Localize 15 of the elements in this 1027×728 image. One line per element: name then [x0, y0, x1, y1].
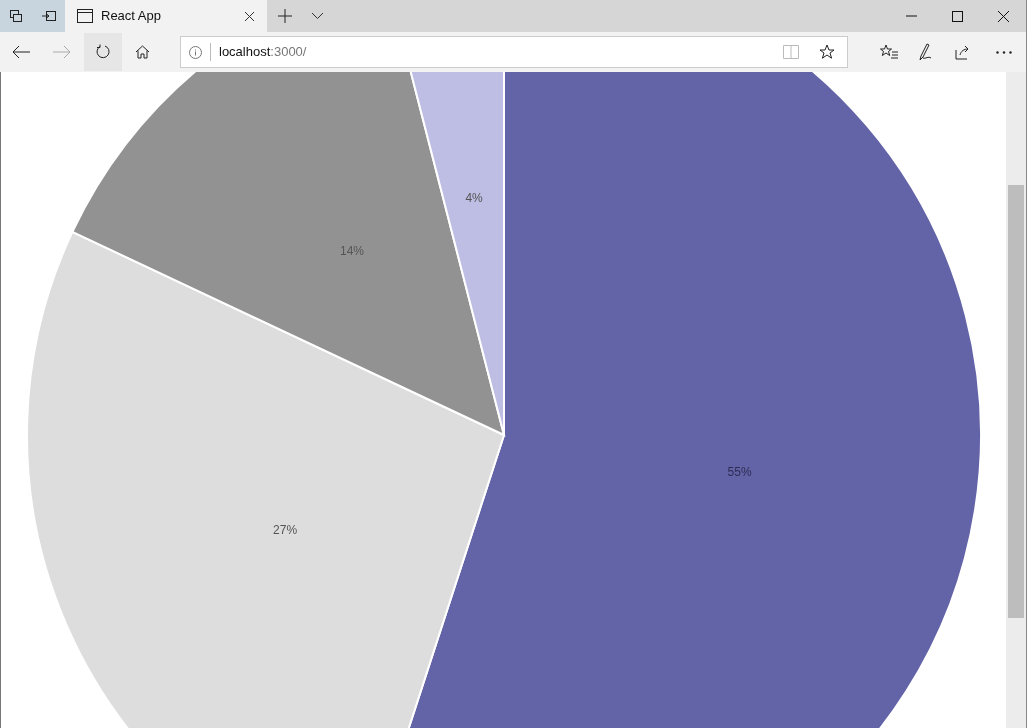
address-field[interactable]: localhost:3000/ — [180, 36, 848, 68]
info-icon[interactable] — [189, 45, 202, 59]
page-icon — [77, 9, 93, 23]
tab-title: React App — [101, 7, 162, 26]
refresh-icon[interactable] — [84, 33, 122, 71]
reading-view-icon[interactable] — [783, 45, 799, 59]
browser-tab[interactable]: React App — [65, 0, 267, 32]
close-icon[interactable] — [244, 10, 255, 22]
slice-label: 14% — [339, 244, 364, 259]
slice-label: 55% — [727, 465, 752, 480]
scrollbar-thumb[interactable] — [1008, 185, 1024, 618]
star-icon[interactable] — [819, 44, 835, 60]
slice-label: 27% — [273, 522, 298, 537]
slice-label: 4% — [465, 191, 483, 206]
url-text: localhost:3000/ — [219, 43, 308, 62]
